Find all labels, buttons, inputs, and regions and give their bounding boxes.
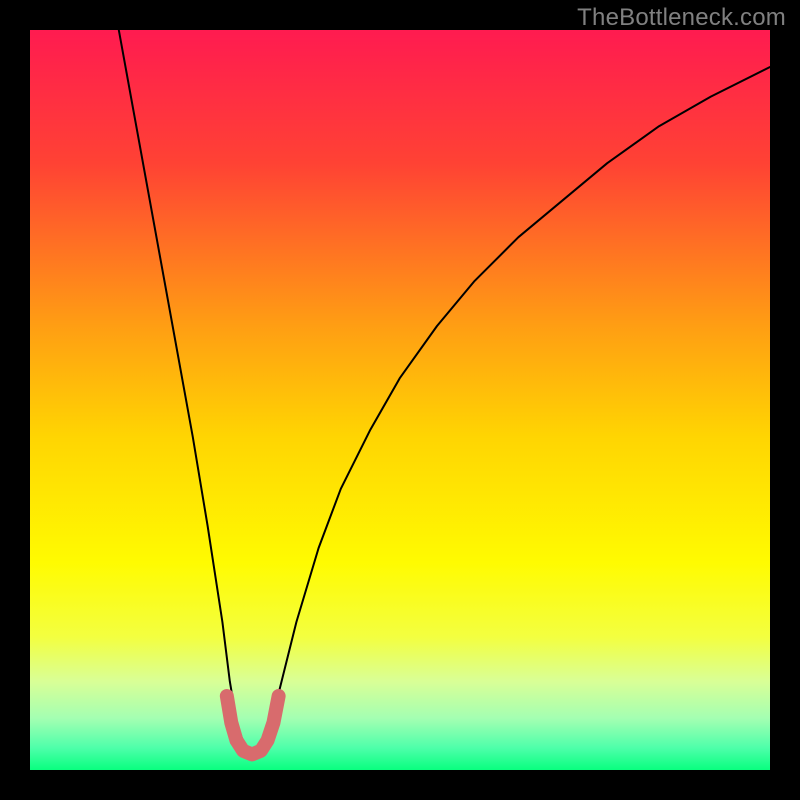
bottleneck-chart [0,0,800,800]
plot-background [30,30,770,770]
watermark-text: TheBottleneck.com [577,4,786,32]
